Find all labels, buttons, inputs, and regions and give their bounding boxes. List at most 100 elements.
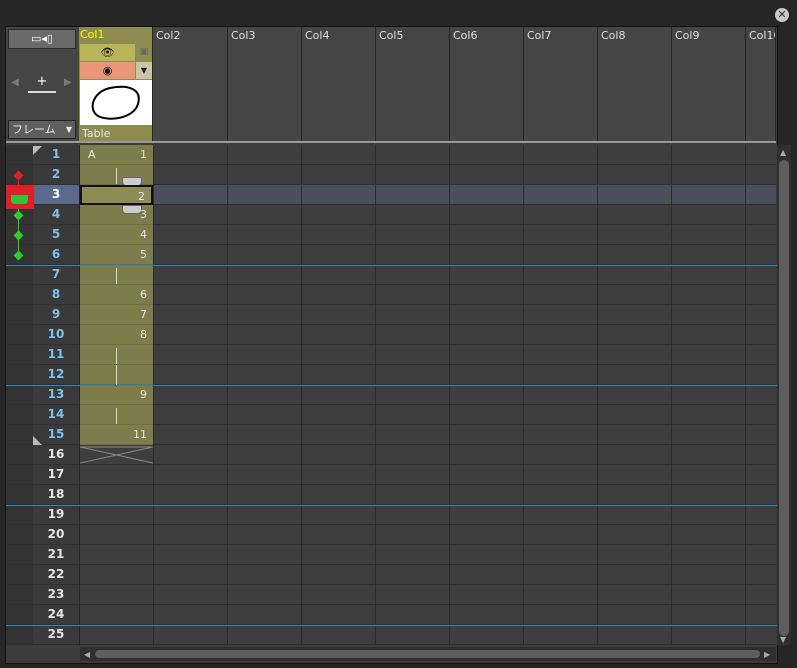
new-column-button[interactable]: +	[28, 73, 56, 93]
layout-toggle-button[interactable]: ▭◂▯	[8, 29, 76, 49]
cell-col1-r3-selected[interactable]: 2	[80, 185, 153, 205]
column-divider	[449, 145, 450, 645]
close-button[interactable]: ✕	[775, 8, 789, 22]
row-number[interactable]: 20	[33, 525, 79, 544]
key-gutter[interactable]	[6, 425, 33, 444]
column-header-col7[interactable]: Col7	[524, 27, 598, 141]
row-number[interactable]: 4	[33, 205, 79, 224]
row-number[interactable]: 22	[33, 565, 79, 584]
column-header-col10[interactable]: Col10	[746, 27, 776, 141]
row-number[interactable]: 16	[33, 445, 79, 464]
cell-col1-r6[interactable]: 5	[80, 245, 153, 265]
key-gutter[interactable]	[6, 365, 33, 384]
row-number[interactable]: 21	[33, 545, 79, 564]
row-number[interactable]: 17	[33, 465, 79, 484]
next-arrow-icon[interactable]: ▶	[64, 77, 72, 88]
cell-col1-r15[interactable]: 11	[80, 425, 153, 445]
row-number[interactable]: 24	[33, 605, 79, 624]
table-row[interactable]: 24	[6, 605, 776, 625]
table-row[interactable]: 23	[6, 585, 776, 605]
horizontal-scroll-thumb[interactable]	[95, 650, 760, 658]
column-header-col4[interactable]: Col4	[302, 27, 376, 141]
scroll-up-icon[interactable]: ▲	[780, 148, 786, 157]
column-header-col3[interactable]: Col3	[228, 27, 302, 141]
table-row[interactable]: 18	[6, 485, 776, 505]
row-number[interactable]: 19	[33, 505, 79, 524]
table-row[interactable]: 17	[6, 465, 776, 485]
row-number[interactable]: 8	[33, 285, 79, 304]
row-number[interactable]: 2	[33, 165, 79, 184]
cell-col1-r7[interactable]	[80, 265, 153, 285]
scroll-right-icon[interactable]: ▶	[764, 650, 770, 659]
cell-col1-r4[interactable]: 3	[80, 205, 153, 225]
key-gutter[interactable]	[6, 285, 33, 304]
column-header-col9[interactable]: Col9	[672, 27, 746, 141]
key-gutter[interactable]	[6, 585, 33, 604]
key-gutter[interactable]	[6, 525, 33, 544]
table-row[interactable]: 21	[6, 545, 776, 565]
cell-col1-r14[interactable]	[80, 405, 153, 425]
camstand-opacity-dropdown[interactable]: ▼	[136, 62, 152, 79]
key-gutter[interactable]	[6, 305, 33, 324]
key-gutter[interactable]	[6, 265, 33, 284]
marker-line	[6, 265, 777, 266]
prev-arrow-icon[interactable]: ◀	[11, 77, 19, 88]
column-thumbnail	[80, 80, 152, 125]
row-number[interactable]: 18	[33, 485, 79, 504]
frame-display-select[interactable]: フレーム ▼	[8, 120, 76, 139]
key-gutter[interactable]	[6, 565, 33, 584]
camstand-visible-toggle[interactable]: ◉	[80, 62, 135, 79]
key-gutter[interactable]	[6, 545, 33, 564]
lock-toggle[interactable]: ▣	[136, 44, 152, 61]
key-gutter[interactable]	[6, 625, 33, 644]
key-gutter[interactable]	[6, 505, 33, 524]
cell-col1-r2[interactable]	[80, 165, 153, 186]
cell-col1-r13[interactable]: 9	[80, 385, 153, 405]
table-row[interactable]: 19	[6, 505, 776, 525]
table-row[interactable]: 20	[6, 525, 776, 545]
vertical-scroll-thumb[interactable]	[779, 160, 789, 636]
lock-icon: ▣	[139, 47, 149, 57]
row-number[interactable]: 11	[33, 345, 79, 364]
column-header-col8[interactable]: Col8	[598, 27, 672, 141]
cell-col1-r11[interactable]	[80, 345, 153, 365]
row-number[interactable]: 13	[33, 385, 79, 404]
column-header-col6[interactable]: Col6	[450, 27, 524, 141]
cell-col1-r9[interactable]: 7	[80, 305, 153, 325]
cell-col1-r5[interactable]: 4	[80, 225, 153, 245]
key-gutter[interactable]	[6, 145, 33, 164]
column-header-col5[interactable]: Col5	[376, 27, 450, 141]
scroll-down-icon[interactable]: ▼	[780, 635, 786, 644]
row-number[interactable]: 23	[33, 585, 79, 604]
cell-col1-r10[interactable]: 8	[80, 325, 153, 345]
key-gutter[interactable]	[6, 445, 33, 464]
row-number[interactable]: 25	[33, 625, 79, 644]
play-range-end-marker[interactable]	[33, 436, 42, 445]
row-number[interactable]: 5	[33, 225, 79, 244]
keyframe-selected-icon[interactable]	[11, 195, 28, 204]
row-number[interactable]: 9	[33, 305, 79, 324]
column-header-col2[interactable]: Col2	[153, 27, 228, 141]
preview-visible-toggle[interactable]: 👁	[80, 44, 135, 61]
key-gutter[interactable]	[6, 605, 33, 624]
row-number[interactable]: 12	[33, 365, 79, 384]
key-gutter[interactable]	[6, 325, 33, 344]
cell-col1-r12[interactable]	[80, 365, 153, 385]
cell-col1-r1[interactable]: A1	[80, 145, 153, 165]
key-gutter[interactable]	[6, 345, 33, 364]
row-number[interactable]: 7	[33, 265, 79, 284]
scroll-left-icon[interactable]: ◀	[84, 650, 90, 659]
play-range-start-marker[interactable]	[33, 146, 42, 155]
row-number[interactable]: 6	[33, 245, 79, 264]
key-gutter[interactable]	[6, 485, 33, 504]
ink-tab[interactable]	[122, 205, 142, 214]
table-row[interactable]: 22	[6, 565, 776, 585]
row-number[interactable]: 14	[33, 405, 79, 424]
row-number-current[interactable]: 3	[33, 185, 79, 204]
key-gutter[interactable]	[6, 385, 33, 404]
key-gutter[interactable]	[6, 405, 33, 424]
table-row[interactable]: 25	[6, 625, 776, 645]
cell-col1-r8[interactable]: 6	[80, 285, 153, 305]
key-gutter[interactable]	[6, 465, 33, 484]
row-number[interactable]: 10	[33, 325, 79, 344]
